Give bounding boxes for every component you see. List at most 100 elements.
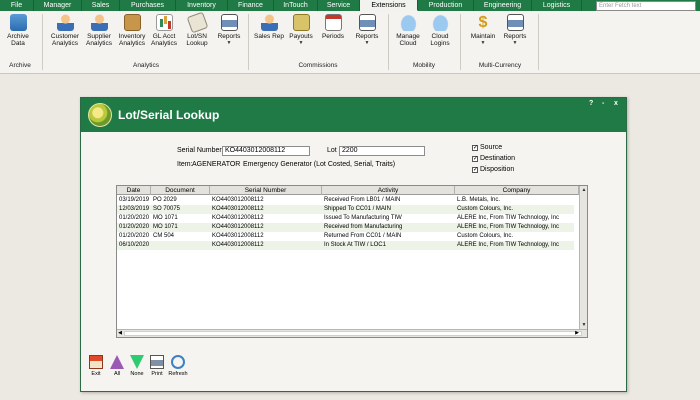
tab-finance[interactable]: Finance bbox=[228, 0, 274, 11]
cell-date: 12/03/2019 bbox=[119, 206, 150, 212]
column-header-serial-number[interactable]: Serial Number bbox=[210, 186, 322, 195]
lot-field[interactable]: 2200 bbox=[339, 146, 425, 156]
tab-inventory[interactable]: Inventory bbox=[176, 0, 228, 11]
cell-date: 06/10/2020 bbox=[119, 242, 150, 248]
none-button[interactable]: None bbox=[128, 355, 146, 377]
scroll-right-icon[interactable]: ▶ bbox=[574, 330, 580, 337]
main-menu-bar: File Manager Sales Purchases Inventory F… bbox=[0, 0, 700, 11]
ribbon: Archive Data Archive Customer Analytics … bbox=[0, 11, 700, 74]
customer-analytics-button[interactable]: Customer Analytics bbox=[48, 14, 82, 47]
cloud-logins-button[interactable]: Cloud Logins bbox=[426, 14, 454, 47]
commissions-reports-button[interactable]: Reports ▼ bbox=[352, 14, 382, 47]
manage-cloud-label: Manage Cloud bbox=[396, 33, 420, 47]
tab-extensions[interactable]: Extensions bbox=[360, 0, 418, 11]
source-checkbox[interactable]: ✓ bbox=[472, 145, 478, 151]
cloud-logins-label: Cloud Logins bbox=[430, 33, 450, 47]
column-header-document[interactable]: Document bbox=[151, 186, 210, 195]
column-header-company[interactable]: Company bbox=[455, 186, 579, 195]
tab-manager[interactable]: Manager bbox=[34, 0, 82, 11]
minimize-button[interactable]: - bbox=[602, 100, 604, 107]
destination-checkbox[interactable]: ✓ bbox=[472, 156, 478, 162]
multicurrency-reports-button[interactable]: Reports ▼ bbox=[500, 14, 530, 47]
group-commissions-label: Commissions bbox=[298, 62, 338, 69]
cell-activity: Shipped To CC01 / MAIN bbox=[324, 206, 391, 212]
vertical-scrollbar[interactable]: ▲ ▼ bbox=[579, 186, 587, 330]
maintain-button[interactable]: $ Maintain ▼ bbox=[468, 14, 498, 47]
scroll-left-icon[interactable]: ◀ bbox=[117, 330, 123, 337]
archive-data-label: Archive Data bbox=[7, 33, 29, 47]
supplier-analytics-button[interactable]: Supplier Analytics bbox=[82, 14, 116, 47]
horizontal-scrollbar[interactable]: ◀ ▶ bbox=[117, 329, 587, 337]
item-label: Item: bbox=[177, 161, 193, 168]
tag-icon bbox=[186, 11, 208, 34]
item-value: AGENERATOR bbox=[192, 161, 241, 168]
table-row[interactable]: 03/19/2019 PO 2029 KO4403012008112 Recei… bbox=[117, 196, 574, 205]
table-row[interactable]: 12/03/2019 SO 70075 KO4403012008112 Ship… bbox=[117, 205, 574, 214]
periods-label: Periods bbox=[321, 33, 345, 40]
printer-icon bbox=[506, 14, 524, 31]
lot-serial-lookup-dialog: Lot/Serial Lookup ? - x Serial Number KO… bbox=[80, 97, 627, 392]
lot-sn-lookup-button[interactable]: Lot/SN Lookup bbox=[182, 11, 212, 47]
gl-acct-analytics-button[interactable]: GL Acct Analytics bbox=[149, 14, 179, 47]
manage-cloud-button[interactable]: Manage Cloud bbox=[394, 14, 422, 47]
inventory-analytics-label: Inventory Analytics bbox=[118, 33, 146, 47]
cell-date: 03/19/2019 bbox=[119, 197, 150, 203]
dialog-header: Lot/Serial Lookup ? - x bbox=[81, 98, 626, 132]
tab-engineering[interactable]: Engineering bbox=[474, 0, 532, 11]
cell-activity: Issued To Manufacturing TIW bbox=[324, 215, 402, 221]
sales-rep-icon bbox=[260, 14, 278, 31]
sales-rep-button[interactable]: Sales Rep bbox=[254, 14, 284, 40]
inventory-analytics-button[interactable]: Inventory Analytics bbox=[116, 14, 148, 47]
chevron-down-icon: ▼ bbox=[364, 40, 370, 46]
column-header-activity[interactable]: Activity bbox=[322, 186, 455, 195]
cell-activity: Returned From CC01 / MAIN bbox=[324, 233, 402, 239]
scroll-up-icon[interactable]: ▲ bbox=[581, 187, 587, 194]
tab-production[interactable]: Production bbox=[418, 0, 474, 11]
table-header: Date Document Serial Number Activity Com… bbox=[117, 186, 587, 195]
tab-service[interactable]: Service bbox=[318, 0, 360, 11]
cell-serial-number: KO4403012008112 bbox=[212, 197, 264, 203]
help-button[interactable]: ? bbox=[589, 100, 593, 107]
fetch-input[interactable]: Enter Fetch text bbox=[596, 1, 696, 11]
column-header-date[interactable]: Date bbox=[117, 186, 151, 195]
payouts-button[interactable]: Payouts ▼ bbox=[286, 14, 316, 47]
all-button[interactable]: All bbox=[109, 355, 125, 377]
analytics-reports-label: Reports bbox=[217, 33, 241, 40]
lot-label: Lot bbox=[327, 147, 337, 154]
disposition-checkbox[interactable]: ✓ bbox=[472, 167, 478, 173]
tab-file[interactable]: File bbox=[0, 0, 34, 11]
analytics-reports-button[interactable]: Reports ▼ bbox=[214, 14, 244, 47]
refresh-button[interactable]: Refresh bbox=[167, 355, 189, 377]
cell-serial-number: KO4403012008112 bbox=[212, 206, 264, 212]
table-row[interactable]: 06/10/2020 KO4403012008112 In Stock At T… bbox=[117, 241, 574, 250]
horizontal-scroll-thumb[interactable] bbox=[124, 331, 582, 336]
tab-purchases[interactable]: Purchases bbox=[120, 0, 176, 11]
customer-icon bbox=[56, 14, 74, 31]
print-button[interactable]: Print bbox=[148, 355, 166, 377]
scroll-down-icon[interactable]: ▼ bbox=[581, 322, 587, 329]
printer-icon bbox=[150, 355, 164, 369]
inventory-box-icon bbox=[123, 14, 141, 31]
tab-sales[interactable]: Sales bbox=[82, 0, 120, 11]
cell-document: SO 70075 bbox=[153, 206, 181, 212]
cell-activity: Received from Manufacturing bbox=[324, 224, 403, 230]
all-label: All bbox=[113, 371, 121, 377]
close-button[interactable]: x bbox=[614, 100, 618, 107]
table-row[interactable]: 01/20/2020 MO 1071 KO4403012008112 Issue… bbox=[117, 214, 574, 223]
chart-icon bbox=[155, 14, 173, 31]
exit-button[interactable]: Exit bbox=[87, 355, 105, 377]
group-separator bbox=[388, 14, 389, 70]
tab-intouch[interactable]: InTouch bbox=[274, 0, 318, 11]
periods-button[interactable]: Periods bbox=[318, 14, 348, 40]
cash-icon bbox=[292, 14, 310, 31]
tab-logistics[interactable]: Logistics bbox=[532, 0, 582, 11]
archive-data-button[interactable]: Archive Data bbox=[3, 14, 33, 47]
exit-house-icon bbox=[89, 355, 103, 369]
refresh-icon bbox=[171, 355, 185, 369]
group-separator bbox=[42, 14, 43, 70]
serial-number-field[interactable]: KO4403012008112 bbox=[222, 146, 310, 156]
supplier-analytics-label: Supplier Analytics bbox=[85, 33, 112, 47]
arrow-up-icon bbox=[110, 355, 124, 369]
table-row[interactable]: 01/20/2020 MO 1071 KO4403012008112 Recei… bbox=[117, 223, 574, 232]
table-row[interactable]: 01/20/2020 CM 504 KO4403012008112 Return… bbox=[117, 232, 574, 241]
